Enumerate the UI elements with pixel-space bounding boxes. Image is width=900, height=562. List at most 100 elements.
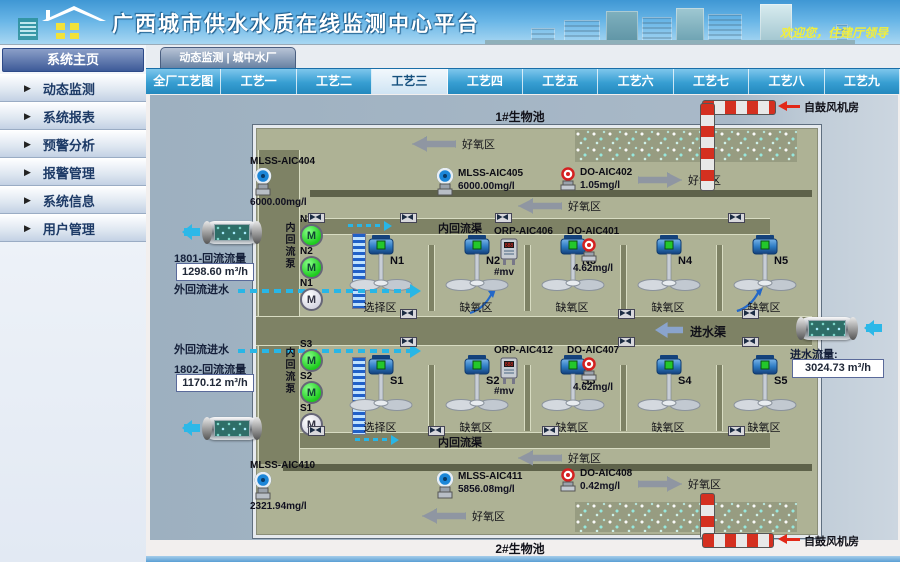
mlss-sensor-icon xyxy=(436,168,454,196)
sensor-do-aic401[interactable]: DO-AIC401 4.62mg/l xyxy=(567,226,619,274)
sensor-do-aic408[interactable]: DO-AIC408 0.42mg/l xyxy=(560,468,632,492)
pump-N2[interactable]: M xyxy=(300,256,323,279)
sensor-orp-aic412[interactable]: ORP-AIC412 888 #mv xyxy=(494,345,553,397)
pump-S2[interactable]: M xyxy=(300,381,323,404)
sidebar-home-button[interactable]: 系统主页 xyxy=(2,48,144,72)
process-tab-8[interactable]: 工艺八 xyxy=(749,69,824,94)
valve-icon xyxy=(618,309,635,319)
external-reflux-top-label: 外回流进水 xyxy=(174,281,229,297)
left-flow-arrow-icon xyxy=(518,199,562,214)
mlss-sensor-icon xyxy=(254,472,315,500)
sidebar: 系统主页 ▶动态监测▶系统报表▶预警分析▶报警管理▶系统信息▶用户管理 xyxy=(0,45,147,562)
page-title: 广西城市供水水质在线监测中心平台 xyxy=(112,8,480,38)
sensor-mlss-aic411[interactable]: MLSS-AIC411 5856.08mg/l xyxy=(436,471,522,499)
sensor-id: MLSS-AIC411 xyxy=(458,471,522,482)
sidebar-item-2[interactable]: ▶预警分析 xyxy=(0,130,146,158)
mlss-sensor-icon xyxy=(254,168,315,196)
blower-pipe-top-vertical xyxy=(700,103,715,191)
aeration-bubbles-bottom xyxy=(575,502,797,532)
pump-N3[interactable]: M xyxy=(300,224,323,247)
return-pipe-top xyxy=(204,221,260,244)
blower-bottom-label: 自鼓风机房 xyxy=(804,533,859,549)
return-pipe-bottom xyxy=(204,417,260,440)
reflux2-value-box: 1170.12 m³/h xyxy=(176,374,254,392)
aerobic-zone-flow: 好氧区 xyxy=(412,136,495,152)
process-tab-3[interactable]: 工艺三 xyxy=(372,69,447,94)
valve-icon xyxy=(308,426,325,436)
mixer-id-label: N4 xyxy=(678,255,692,267)
flow-dashes-icon xyxy=(348,224,384,227)
triangle-bullet-icon: ▶ xyxy=(24,223,31,234)
mixer-id-label: N1 xyxy=(390,255,404,267)
process-tab-2[interactable]: 工艺二 xyxy=(297,69,372,94)
sensor-mlss-aic405[interactable]: MLSS-AIC405 6000.00mg/l xyxy=(436,168,523,196)
orp-meter-icon: 888 xyxy=(498,238,553,266)
valve-icon xyxy=(728,213,745,223)
mixer-S1[interactable]: S1选择区 xyxy=(332,355,428,435)
process-tab-0[interactable]: 全厂工艺图 xyxy=(146,69,221,94)
sidebar-item-4[interactable]: ▶系统信息 xyxy=(0,186,146,214)
sidebar-item-label: 报警管理 xyxy=(43,163,95,182)
sensor-value: 1.05mg/l xyxy=(580,180,632,191)
triangle-bullet-icon: ▶ xyxy=(24,83,31,94)
sensor-mlss-aic404[interactable]: MLSS-AIC404 6000.00mg/l xyxy=(250,156,315,208)
blower-arrow-icon xyxy=(782,105,800,108)
sensor-id: DO-AIC401 xyxy=(567,226,619,237)
mixer-icon xyxy=(730,355,800,413)
svg-text:888: 888 xyxy=(505,362,514,368)
sensor-value: 4.62mg/l xyxy=(573,263,619,274)
triangle-bullet-icon: ▶ xyxy=(24,167,31,178)
aeration-bubbles-top xyxy=(575,130,797,162)
process-tab-5[interactable]: 工艺五 xyxy=(523,69,598,94)
sidebar-item-0[interactable]: ▶动态监测 xyxy=(0,74,146,102)
sensor-id: MLSS-AIC410 xyxy=(250,460,315,471)
process-tab-9[interactable]: 工艺九 xyxy=(825,69,900,94)
mixer-N4[interactable]: N4缺氧区 xyxy=(620,235,716,315)
mixer-id-label: S1 xyxy=(390,375,403,387)
pump-S3[interactable]: M xyxy=(300,349,323,372)
sidebar-item-label: 用户管理 xyxy=(43,219,95,238)
process-tab-6[interactable]: 工艺六 xyxy=(598,69,673,94)
valve-icon xyxy=(400,213,417,223)
process-tab-bar: 全厂工艺图工艺一工艺二工艺三工艺四工艺五工艺六工艺七工艺八工艺九 xyxy=(146,68,900,94)
mixer-S4[interactable]: S4缺氧区 xyxy=(620,355,716,435)
pump-group-label-1: 内回流泵 xyxy=(281,347,296,395)
sensor-mlss-aic410[interactable]: MLSS-AIC410 2321.94mg/l xyxy=(250,460,315,512)
inflow-channel xyxy=(256,316,812,346)
blower-top-label: 自鼓风机房 xyxy=(804,99,859,115)
pump-N1[interactable]: M xyxy=(300,288,323,311)
sidebar-item-1[interactable]: ▶系统报表 xyxy=(0,102,146,130)
sensor-value: 5856.08mg/l xyxy=(458,484,522,495)
aerobic-zone-label: 好氧区 xyxy=(688,476,721,492)
mixer-N1[interactable]: N1选择区 xyxy=(332,235,428,315)
mixer-icon xyxy=(730,235,800,293)
zone-label: 缺氧区 xyxy=(620,419,716,435)
sidebar-item-5[interactable]: ▶ 用户管理 xyxy=(0,214,146,242)
process-diagram: 1#生物池 内回流渠 内回流渠 进水渠 好氧区 好氧区 好氧区 好氧区 好氧区 … xyxy=(150,95,898,540)
sensor-do-aic407[interactable]: DO-AIC407 4.62mg/l xyxy=(567,345,619,393)
sensor-orp-aic406[interactable]: ORP-AIC406 888 #mv xyxy=(494,226,553,278)
triangle-bullet-icon: ▶ xyxy=(24,139,31,150)
flow-dashes-icon xyxy=(355,438,391,441)
pump-group-label-0: 内回流泵 xyxy=(281,222,296,270)
breadcrumb-tab[interactable]: 动态监测 | 城中水厂 xyxy=(160,47,296,69)
valve-icon xyxy=(400,337,417,347)
process-tab-4[interactable]: 工艺四 xyxy=(448,69,523,94)
external-reflux-dash-line xyxy=(238,349,410,353)
orp-meter-icon: 888 xyxy=(498,357,553,385)
left-flow-arrow-icon xyxy=(518,451,562,466)
flow-left-arrow-icon xyxy=(184,228,200,236)
mixer-id-label: N5 xyxy=(774,255,788,267)
process-tab-7[interactable]: 工艺七 xyxy=(674,69,749,94)
mixer-icon xyxy=(634,355,704,413)
sensor-id: DO-AIC408 xyxy=(580,468,632,479)
flow-dashes-head-icon xyxy=(391,435,404,445)
sidebar-item-3[interactable]: ▶ 报警管理 xyxy=(0,158,146,186)
process-tab-1[interactable]: 工艺一 xyxy=(221,69,296,94)
sensor-value: 4.62mg/l xyxy=(573,382,619,393)
mixer-N5[interactable]: N5缺氧区 xyxy=(716,235,812,315)
left-flow-arrow-icon xyxy=(412,137,456,152)
do-sensor-icon xyxy=(581,238,619,262)
sensor-do-aic402[interactable]: DO-AIC402 1.05mg/l xyxy=(560,167,632,191)
external-reflux-arrow-icon xyxy=(410,284,428,298)
